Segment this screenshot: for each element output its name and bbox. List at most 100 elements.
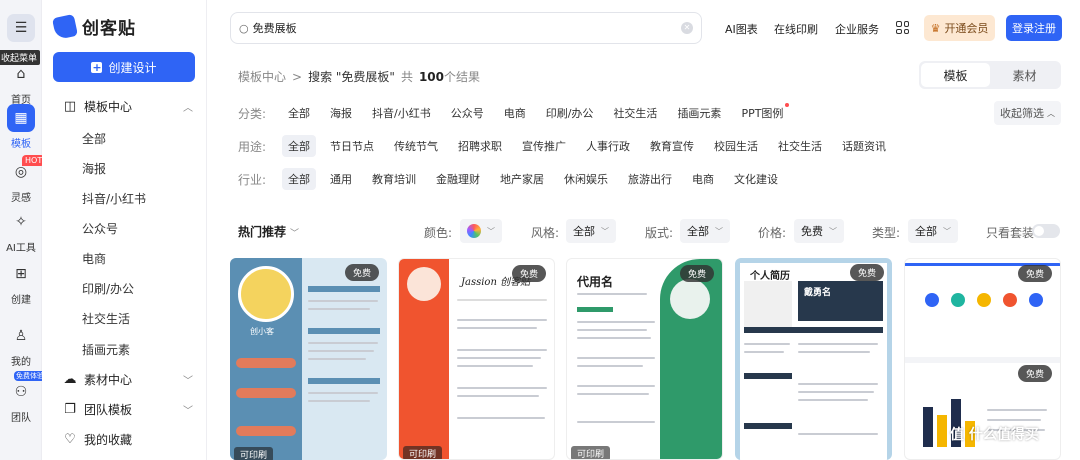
filter-option[interactable]: 电商 <box>498 102 532 124</box>
card-text-line <box>744 351 784 353</box>
rail-item-ai-tools[interactable]: ✧ AI工具 <box>0 208 42 254</box>
color-select[interactable]: ﹀ <box>460 219 502 243</box>
color-wheel-icon <box>467 224 481 238</box>
free-badge: 免费 <box>1017 365 1052 382</box>
rail-item-home[interactable]: ⌂ 首页 <box>0 60 42 106</box>
template-card[interactable]: 个人简历 戴勇名 免费 <box>735 258 892 460</box>
search-input[interactable]: 免费展板 <box>253 20 681 36</box>
link-ai-chart[interactable]: AI图表 <box>725 21 758 37</box>
logo[interactable]: 创客贴 <box>51 13 136 40</box>
filter-option[interactable]: 全部 <box>282 135 316 157</box>
rail-item-create[interactable]: ⊞ 创建 <box>0 260 42 306</box>
clear-icon[interactable]: ✕ <box>681 22 693 34</box>
card-text-line <box>577 293 647 295</box>
filter-option[interactable]: 节日节点 <box>324 135 380 157</box>
filter-option[interactable]: 教育培训 <box>366 168 422 190</box>
filter-option[interactable]: 休闲娱乐 <box>558 168 614 190</box>
filter-option[interactable]: 印刷/办公 <box>540 102 600 124</box>
card-text-line <box>577 393 649 395</box>
plus-icon: + <box>91 60 103 74</box>
search-bar[interactable]: ○ 免费展板 ✕ <box>230 12 702 44</box>
nav-template-center[interactable]: ◫ 模板中心 ︿ <box>62 98 197 115</box>
free-badge: 免费 <box>679 265 714 282</box>
nav-sub-item[interactable]: 全部 <box>82 130 106 147</box>
filter-option[interactable]: 话题资讯 <box>836 135 892 157</box>
filter-option[interactable]: 旅游出行 <box>622 168 678 190</box>
filter-option[interactable]: 全部 <box>282 168 316 190</box>
card-heading-bar <box>308 378 380 384</box>
filter-option[interactable]: 人事行政 <box>580 135 636 157</box>
nav-sub-item[interactable]: 电商 <box>82 250 106 267</box>
vip-button[interactable]: ♛ 开通会员 <box>924 15 995 41</box>
rail-item-team[interactable]: ⚇ 团队 <box>0 378 42 424</box>
filter-option[interactable]: 全部 <box>282 102 316 124</box>
card-text-line <box>457 319 547 321</box>
suite-only-toggle[interactable] <box>1032 224 1060 238</box>
nav-sub-item[interactable]: 海报 <box>82 160 106 177</box>
filter-option[interactable]: 校园生活 <box>708 135 764 157</box>
filter-option[interactable]: 通用 <box>324 168 358 190</box>
nav-sub-item[interactable]: 抖音/小红书 <box>82 190 146 207</box>
price-select[interactable]: 免费 ﹀ <box>794 219 844 243</box>
filter-option[interactable]: 插画元素 <box>671 102 727 124</box>
card-name: 代用名 <box>577 275 614 289</box>
filter-option[interactable]: 宣传推广 <box>516 135 572 157</box>
type-select[interactable]: 全部 ﹀ <box>908 219 958 243</box>
breadcrumb-root[interactable]: 模板中心 <box>238 68 286 85</box>
card-section-bar <box>236 426 296 436</box>
tab-material[interactable]: 素材 <box>990 63 1059 87</box>
filter-option[interactable]: 招聘求职 <box>452 135 508 157</box>
crown-icon: ♛ <box>930 21 941 35</box>
create-design-button[interactable]: + 创建设计 <box>53 52 195 82</box>
rail-item-mine[interactable]: ♙ 我的 <box>0 322 42 368</box>
book-icon: ❐ <box>64 402 76 417</box>
nav-sub-item[interactable]: 公众号 <box>82 220 118 237</box>
card-text-line <box>798 391 874 393</box>
chevron-down-icon: ﹀ <box>183 376 193 387</box>
template-card[interactable]: 代用名 免费 可印刷 <box>566 258 723 460</box>
chevron-down-icon: ﹀ <box>943 226 951 236</box>
nav-material-center[interactable]: ☁ 素材中心 ﹀ <box>62 371 197 388</box>
nav-favorites[interactable]: ♡ 我的收藏 <box>62 431 197 448</box>
filter-option[interactable]: 电商 <box>686 168 720 190</box>
filter-option[interactable]: 文化建设 <box>728 168 784 190</box>
filter-option[interactable]: 金融理财 <box>430 168 486 190</box>
collapse-menu-button[interactable]: ☰ <box>0 14 42 42</box>
card-heading-bar <box>577 307 613 312</box>
filter-option[interactable]: 教育宣传 <box>644 135 700 157</box>
free-badge: 免费 <box>1017 265 1052 282</box>
new-dot <box>785 103 790 107</box>
breadcrumb-search: 搜索 "免费展板" <box>308 70 395 84</box>
template-card[interactable]: Jassion 创客贴 免费 可印刷 <box>398 258 555 460</box>
result-type-switch: 模板 素材 <box>919 61 1061 89</box>
filter-option[interactable]: 社交生活 <box>607 102 663 124</box>
nav-sub-item[interactable]: 印刷/办公 <box>82 280 134 297</box>
filter-option[interactable]: 社交生活 <box>772 135 828 157</box>
style-select[interactable]: 全部 ﹀ <box>566 219 616 243</box>
format-select[interactable]: 全部 ﹀ <box>680 219 730 243</box>
collapse-filter-button[interactable]: 收起筛选 ︿ <box>994 101 1061 125</box>
filter-option[interactable]: 抖音/小红书 <box>366 102 437 124</box>
nav-sub-item[interactable]: 插画元素 <box>82 341 130 358</box>
filter-option[interactable]: 地产家居 <box>494 168 550 190</box>
template-card[interactable]: 创小客 免费 可印刷 <box>230 258 387 460</box>
link-enterprise[interactable]: 企业服务 <box>835 21 879 37</box>
filter-option[interactable]: 传统节气 <box>388 135 444 157</box>
login-button[interactable]: 登录注册 <box>1006 15 1062 41</box>
filter-option[interactable]: 海报 <box>324 102 358 124</box>
nav-team-templates[interactable]: ❐ 团队模板 ﹀ <box>62 401 197 418</box>
card-section-bar <box>236 358 296 368</box>
filter-option-ppt[interactable]: PPT图例 <box>735 102 790 124</box>
filter-option[interactable]: 公众号 <box>445 102 490 124</box>
card-text-line <box>457 327 537 329</box>
link-online-print[interactable]: 在线印刷 <box>774 21 818 37</box>
watermark: 值 什么值得买 <box>950 427 1039 443</box>
filter-category: 分类: 全部 海报 抖音/小红书 公众号 电商 印刷/办公 社交生活 插画元素 … <box>238 102 797 124</box>
card-text-line <box>798 399 868 401</box>
hot-recommend-dropdown[interactable]: 热门推荐 ﹀ <box>238 223 299 240</box>
nav-sub-item[interactable]: 社交生活 <box>82 310 130 327</box>
card-text-line <box>577 357 655 359</box>
apps-grid-icon[interactable] <box>896 21 909 34</box>
tab-template[interactable]: 模板 <box>921 63 990 87</box>
rail-item-template[interactable]: ▦ 模板 <box>0 104 42 150</box>
